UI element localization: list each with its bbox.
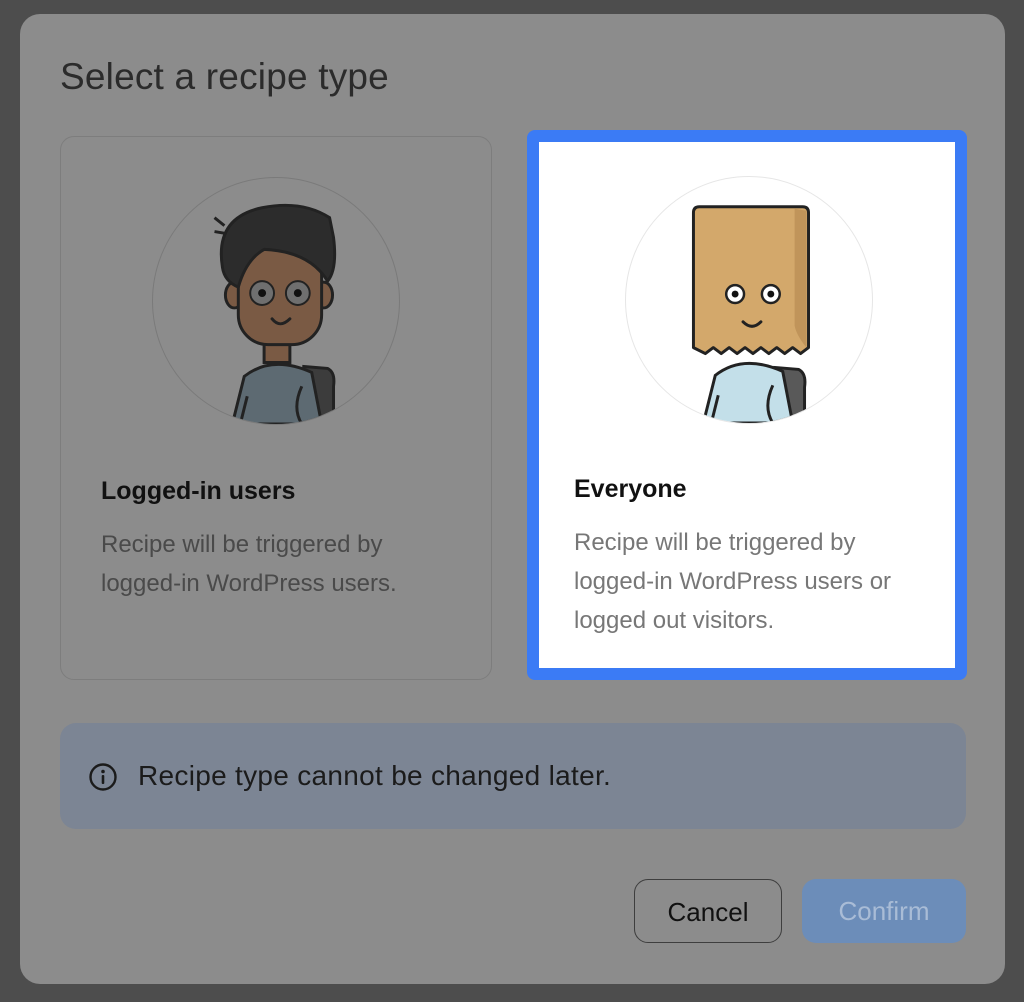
option-title: Everyone bbox=[574, 475, 687, 503]
person-illustration bbox=[213, 203, 337, 424]
dialog-title: Select a recipe type bbox=[60, 56, 389, 97]
info-icon bbox=[89, 763, 117, 791]
option-description: Recipe will be triggered by logged-in Wo… bbox=[101, 531, 397, 597]
paper-bag-illustration bbox=[691, 205, 811, 423]
option-title: Logged-in users bbox=[101, 477, 296, 505]
confirm-button[interactable]: Confirm bbox=[802, 879, 966, 943]
person-icon bbox=[152, 177, 400, 425]
option-card-logged-in-users[interactable]: Logged-in users Recipe will be triggered… bbox=[60, 136, 492, 680]
option-card-everyone[interactable]: Everyone Recipe will be triggered by log… bbox=[527, 130, 967, 680]
cancel-button[interactable]: Cancel bbox=[634, 879, 782, 943]
recipe-type-dialog: Select a recipe type Logged-in users Rec… bbox=[20, 14, 1005, 984]
paper-bag-head-person-icon bbox=[625, 176, 873, 424]
option-description: Recipe will be triggered by logged-in Wo… bbox=[574, 529, 892, 634]
info-banner: Recipe type cannot be changed later. bbox=[60, 723, 966, 829]
info-message: Recipe type cannot be changed later. bbox=[138, 760, 612, 791]
